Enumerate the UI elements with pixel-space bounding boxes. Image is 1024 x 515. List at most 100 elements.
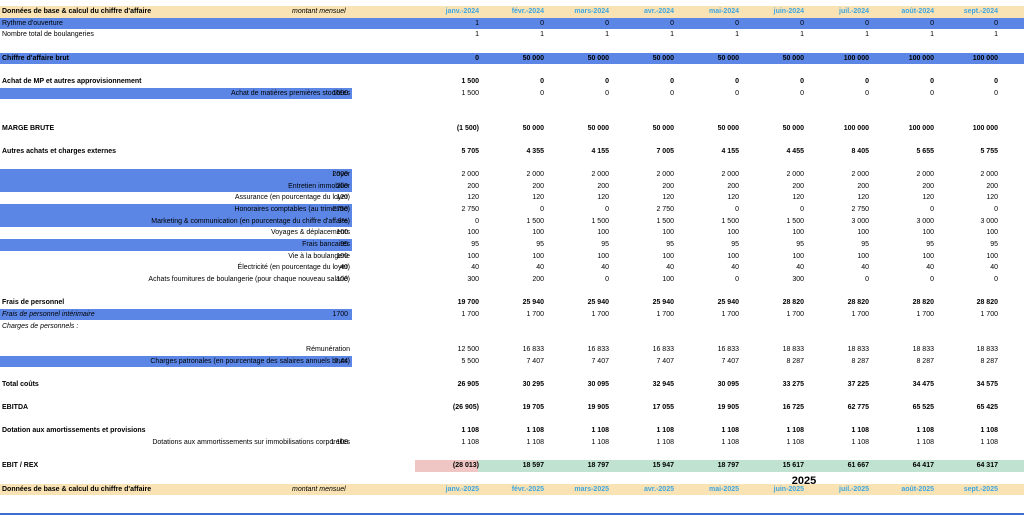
value-cell[interactable]: 50 000: [699, 53, 739, 65]
value-cell[interactable]: 200: [829, 181, 869, 193]
value-cell[interactable]: 100: [504, 251, 544, 263]
value-cell[interactable]: 1 500: [504, 216, 544, 228]
value-cell[interactable]: 2 750: [829, 204, 869, 216]
value-cell[interactable]: 120: [829, 192, 869, 204]
value-cell[interactable]: 4 455: [764, 146, 804, 158]
value-cell[interactable]: 100: [829, 251, 869, 263]
value-cell[interactable]: 95: [764, 239, 804, 251]
value-cell[interactable]: 2 000: [764, 169, 804, 181]
value-cell[interactable]: 0: [504, 18, 544, 30]
value-cell[interactable]: 3 000: [894, 216, 934, 228]
value-cell[interactable]: 28 820: [829, 297, 869, 309]
value-cell[interactable]: 8 287: [894, 356, 934, 368]
value-cell[interactable]: 1 108: [894, 437, 934, 449]
value-cell[interactable]: 2 000: [894, 169, 934, 181]
value-cell[interactable]: 1 108: [958, 437, 998, 449]
value-cell[interactable]: 120: [504, 192, 544, 204]
value-cell[interactable]: 33 275: [764, 379, 804, 391]
value-cell[interactable]: 1 108: [958, 425, 998, 437]
value-cell[interactable]: 0: [958, 18, 998, 30]
row-label[interactable]: Rémunération: [306, 344, 350, 356]
value-cell[interactable]: 1 108: [634, 437, 674, 449]
value-cell[interactable]: 1: [634, 29, 674, 41]
value-cell[interactable]: 0: [894, 88, 934, 100]
value-cell[interactable]: 25 940: [569, 297, 609, 309]
value-cell[interactable]: 100: [569, 227, 609, 239]
value-cell[interactable]: 100: [439, 251, 479, 263]
value-cell[interactable]: 2 000: [504, 169, 544, 181]
value-cell[interactable]: 25 940: [504, 297, 544, 309]
value-cell[interactable]: 1 108: [894, 425, 934, 437]
value-cell[interactable]: 0: [829, 18, 869, 30]
value-cell[interactable]: 50 000: [764, 53, 804, 65]
value-cell[interactable]: 1 500: [699, 216, 739, 228]
value-cell[interactable]: 1 700: [764, 309, 804, 321]
value-cell[interactable]: 18 833: [894, 344, 934, 356]
value-cell[interactable]: 120: [894, 192, 934, 204]
value-cell[interactable]: 0: [699, 204, 739, 216]
input-cell[interactable]: 100: [300, 274, 350, 286]
value-cell[interactable]: 100: [634, 274, 674, 286]
value-cell[interactable]: 0: [504, 88, 544, 100]
value-cell[interactable]: 30 295: [504, 379, 544, 391]
value-cell[interactable]: 16 833: [699, 344, 739, 356]
value-cell[interactable]: 100: [764, 227, 804, 239]
value-cell[interactable]: 2 750: [439, 204, 479, 216]
value-cell[interactable]: 2 000: [439, 169, 479, 181]
value-cell[interactable]: 0: [504, 204, 544, 216]
value-cell[interactable]: 1: [829, 29, 869, 41]
row-label[interactable]: Données de base & calcul du chiffre d'af…: [2, 484, 151, 496]
input-cell[interactable]: 3%: [300, 216, 350, 228]
value-cell[interactable]: 61 667: [829, 460, 869, 472]
input-cell[interactable]: 1 108: [300, 437, 350, 449]
value-cell[interactable]: 200: [569, 181, 609, 193]
value-cell[interactable]: 2 000: [699, 169, 739, 181]
value-cell[interactable]: 0: [699, 274, 739, 286]
value-cell[interactable]: 7 407: [504, 356, 544, 368]
month-header-cell[interactable]: mars-2025: [569, 484, 609, 496]
value-cell[interactable]: 32 945: [634, 379, 674, 391]
value-cell[interactable]: 4 155: [699, 146, 739, 158]
value-cell[interactable]: 5 705: [439, 146, 479, 158]
value-cell[interactable]: 0: [764, 88, 804, 100]
value-cell[interactable]: 100 000: [829, 123, 869, 135]
value-cell[interactable]: 40: [569, 262, 609, 274]
value-cell[interactable]: 15 947: [634, 460, 674, 472]
value-cell[interactable]: 1: [699, 29, 739, 41]
input-cell[interactable]: 40: [300, 262, 350, 274]
value-cell[interactable]: 16 833: [504, 344, 544, 356]
value-cell[interactable]: 2 000: [958, 169, 998, 181]
value-cell[interactable]: (1 500): [439, 123, 479, 135]
value-cell[interactable]: 95: [829, 239, 869, 251]
value-cell[interactable]: 40: [439, 262, 479, 274]
month-header-cell[interactable]: avr.-2025: [634, 484, 674, 496]
month-header-cell[interactable]: janv.-2024: [439, 6, 479, 18]
month-header-cell[interactable]: août-2025: [894, 484, 934, 496]
value-cell[interactable]: 7 407: [569, 356, 609, 368]
value-cell[interactable]: 100 000: [958, 53, 998, 65]
value-cell[interactable]: 200: [764, 181, 804, 193]
value-cell[interactable]: 18 797: [699, 460, 739, 472]
value-cell[interactable]: 0: [634, 18, 674, 30]
value-cell[interactable]: 0: [569, 18, 609, 30]
value-cell[interactable]: 2 000: [569, 169, 609, 181]
row-label[interactable]: Total coûts: [2, 379, 39, 391]
value-cell[interactable]: 100: [894, 227, 934, 239]
value-cell[interactable]: 18 797: [569, 460, 609, 472]
value-cell[interactable]: 300: [764, 274, 804, 286]
value-cell[interactable]: 1 108: [634, 425, 674, 437]
value-cell[interactable]: 100: [699, 227, 739, 239]
value-cell[interactable]: 50 000: [504, 53, 544, 65]
value-cell[interactable]: 8 287: [764, 356, 804, 368]
value-cell[interactable]: 40: [634, 262, 674, 274]
value-cell[interactable]: 0: [829, 274, 869, 286]
value-cell[interactable]: 0: [764, 204, 804, 216]
value-cell[interactable]: 0: [439, 53, 479, 65]
value-cell[interactable]: 100 000: [829, 53, 869, 65]
month-header-cell[interactable]: mars-2024: [569, 6, 609, 18]
value-cell[interactable]: 1: [569, 29, 609, 41]
value-cell[interactable]: 100: [634, 251, 674, 263]
value-cell[interactable]: 2 750: [634, 204, 674, 216]
value-cell[interactable]: 1 108: [829, 437, 869, 449]
value-cell[interactable]: 95: [634, 239, 674, 251]
